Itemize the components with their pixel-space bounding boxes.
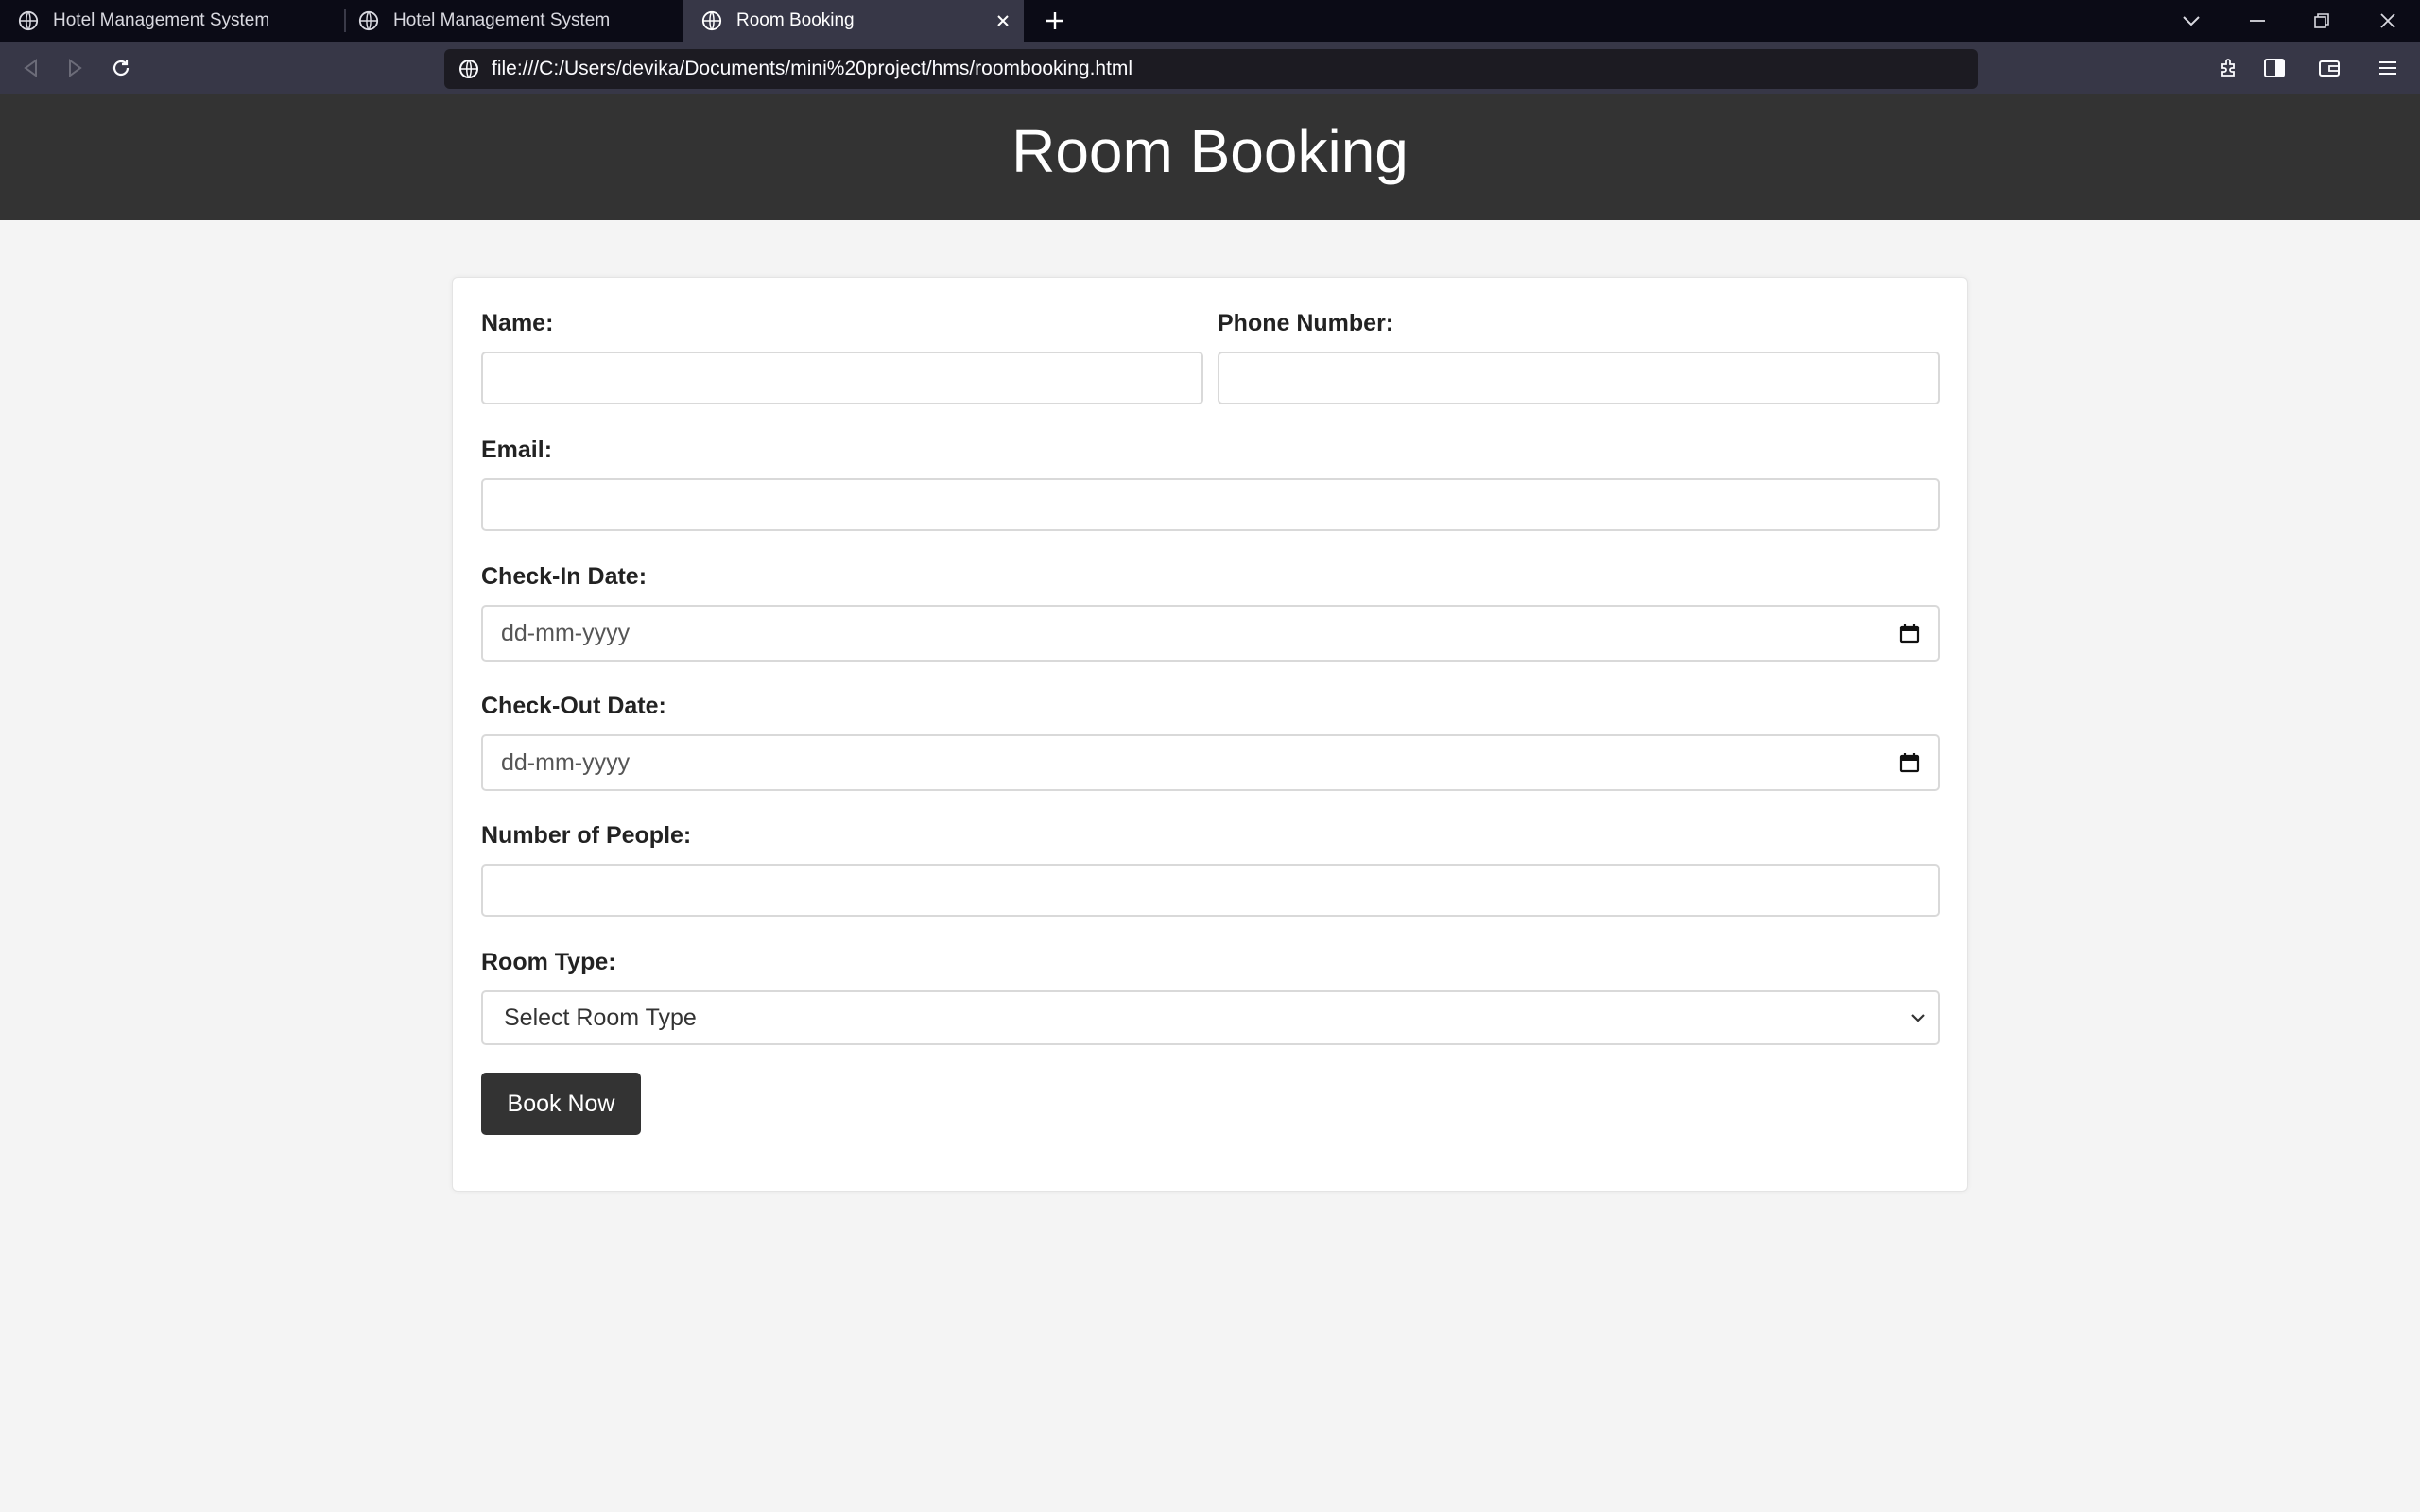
tab-label: Hotel Management System: [53, 10, 270, 30]
checkin-label: Check-In Date:: [481, 563, 648, 590]
checkin-placeholder: dd-mm-yyyy: [501, 620, 631, 646]
book-now-button[interactable]: Book Now: [481, 1073, 641, 1135]
restore-icon: [2314, 13, 2329, 28]
roomtype-selected-value: Select Room Type: [504, 1005, 697, 1031]
sidebar-icon: [2264, 59, 2285, 77]
browser-toolbar: file:///C:/Users/devika/Documents/mini%2…: [0, 42, 2420, 94]
close-icon: [997, 15, 1009, 26]
email-label: Email:: [481, 437, 553, 463]
url-bar[interactable]: file:///C:/Users/devika/Documents/mini%2…: [444, 49, 1978, 89]
new-tab-button[interactable]: [1040, 6, 1070, 36]
menu-icon: [2379, 61, 2396, 75]
restore-button[interactable]: [2293, 0, 2350, 42]
back-button[interactable]: [13, 51, 47, 85]
close-tab-button[interactable]: [992, 9, 1014, 32]
close-window-button[interactable]: [2360, 0, 2416, 42]
chevron-down-icon: [2183, 16, 2200, 26]
phone-input[interactable]: [1218, 352, 1940, 404]
name-input[interactable]: [481, 352, 1203, 404]
reload-button[interactable]: [104, 51, 138, 85]
browser-tab-active[interactable]: Room Booking: [683, 0, 1024, 42]
checkout-placeholder: dd-mm-yyyy: [501, 749, 631, 776]
roomtype-label: Room Type:: [481, 949, 616, 975]
wallet-icon: [2319, 60, 2340, 77]
page-info-icon[interactable]: [458, 58, 480, 80]
calendar-icon[interactable]: [1898, 622, 1921, 644]
globe-icon: [358, 10, 379, 31]
tab-label: Room Booking: [736, 10, 855, 30]
forward-icon: [69, 59, 82, 77]
page-title: Room Booking: [1011, 117, 1409, 185]
phone-label: Phone Number:: [1218, 310, 1394, 336]
browser-tab[interactable]: Hotel Management System: [0, 0, 340, 42]
people-label: Number of People:: [481, 822, 692, 849]
wallet-button[interactable]: [2314, 53, 2344, 83]
tab-list-button[interactable]: [2163, 0, 2220, 42]
back-icon: [24, 59, 37, 77]
app-menu-button[interactable]: [2373, 53, 2403, 83]
roomtype-select[interactable]: Select Room Type: [481, 990, 1940, 1045]
people-input[interactable]: [481, 864, 1940, 917]
sidebar-button[interactable]: [2259, 53, 2290, 83]
calendar-icon[interactable]: [1898, 751, 1921, 774]
url-text: file:///C:/Users/devika/Documents/mini%2…: [492, 58, 1133, 79]
extensions-button[interactable]: [2214, 53, 2244, 83]
checkout-label: Check-Out Date:: [481, 693, 666, 719]
forward-button[interactable]: [59, 51, 93, 85]
email-input[interactable]: [481, 478, 1940, 531]
minimize-button[interactable]: [2229, 0, 2286, 42]
browser-tab[interactable]: Hotel Management System: [340, 0, 681, 42]
browser-tab-bar: Hotel Management System Hotel Management…: [0, 0, 2420, 42]
plus-icon: [1046, 12, 1063, 29]
close-window-icon: [2380, 13, 2395, 28]
checkout-date-input[interactable]: dd-mm-yyyy: [481, 734, 1940, 791]
globe-icon: [18, 10, 39, 31]
tab-label: Hotel Management System: [393, 10, 611, 30]
booking-form: Name: Phone Number: Email: Check-In Date…: [452, 277, 1968, 1192]
reload-icon: [112, 60, 130, 77]
name-label: Name:: [481, 310, 554, 336]
checkin-date-input[interactable]: dd-mm-yyyy: [481, 605, 1940, 662]
page-header: Room Booking: [0, 94, 2420, 220]
globe-icon: [701, 10, 722, 31]
minimize-icon: [2250, 20, 2265, 22]
chevron-down-icon: [1911, 1014, 1925, 1022]
extensions-icon: [2221, 59, 2235, 77]
